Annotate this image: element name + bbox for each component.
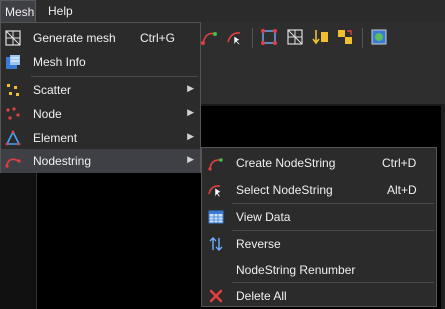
submenu-item-nodestring-renumber[interactable]: NodeString Renumber: [202, 258, 436, 282]
chevron-right-icon: ▶: [187, 131, 194, 141]
menu-bar: Mesh Help: [0, 0, 445, 22]
chevron-right-icon: ▶: [187, 83, 194, 93]
create-nodestring-icon: [208, 158, 223, 171]
menu-item-node[interactable]: Node ▶: [1, 102, 200, 126]
mesh-dropdown-menu: Generate mesh Ctrl+G Mesh Info Scatter ▶…: [0, 22, 201, 173]
select-nodestring-tool-icon[interactable]: [226, 28, 244, 46]
submenu-item-delete-all[interactable]: Delete All: [202, 284, 436, 308]
submenu-item-view-data[interactable]: View Data: [202, 205, 436, 229]
info-table-icon: [6, 55, 20, 69]
node-icon: [6, 107, 20, 120]
chevron-right-icon: ▶: [187, 107, 194, 117]
submenu-item-create-nodestring[interactable]: Create NodeString Ctrl+D: [202, 151, 436, 175]
scatter-icon: [7, 84, 19, 96]
reverse-arrows-icon: [209, 237, 223, 251]
grid-icon: [5, 30, 21, 46]
submenu-item-reverse[interactable]: Reverse: [202, 232, 436, 256]
map-tool-icon[interactable]: [370, 28, 388, 46]
menu-item-scatter[interactable]: Scatter ▶: [1, 78, 200, 102]
menu-item-mesh-info[interactable]: Mesh Info: [1, 50, 200, 74]
menu-item-nodestring[interactable]: Nodestring ▶: [1, 149, 200, 173]
table-view-icon: [208, 210, 224, 224]
triangle-element-icon: [5, 130, 21, 146]
menu-mesh[interactable]: Mesh: [0, 0, 36, 22]
menu-help[interactable]: Help: [44, 0, 77, 22]
nodestring-icon: [5, 158, 21, 168]
nodestring-submenu: Create NodeString Ctrl+D Select NodeStri…: [201, 147, 437, 307]
delete-x-icon: [209, 289, 223, 303]
select-nodestring-icon: [208, 185, 222, 198]
nodestring-tool-icon[interactable]: [200, 28, 218, 46]
renumber-tool-icon[interactable]: [312, 28, 330, 46]
submenu-item-select-nodestring[interactable]: Select NodeString Alt+D: [202, 178, 436, 202]
menu-item-element[interactable]: Element ▶: [1, 126, 200, 150]
mesh-node-tool-icon[interactable]: [260, 28, 278, 46]
menu-item-generate-mesh[interactable]: Generate mesh Ctrl+G: [1, 26, 200, 50]
swap-tool-icon[interactable]: [336, 28, 354, 46]
mesh-grid-tool-icon[interactable]: [286, 28, 304, 46]
chevron-right-icon: ▶: [187, 154, 194, 164]
